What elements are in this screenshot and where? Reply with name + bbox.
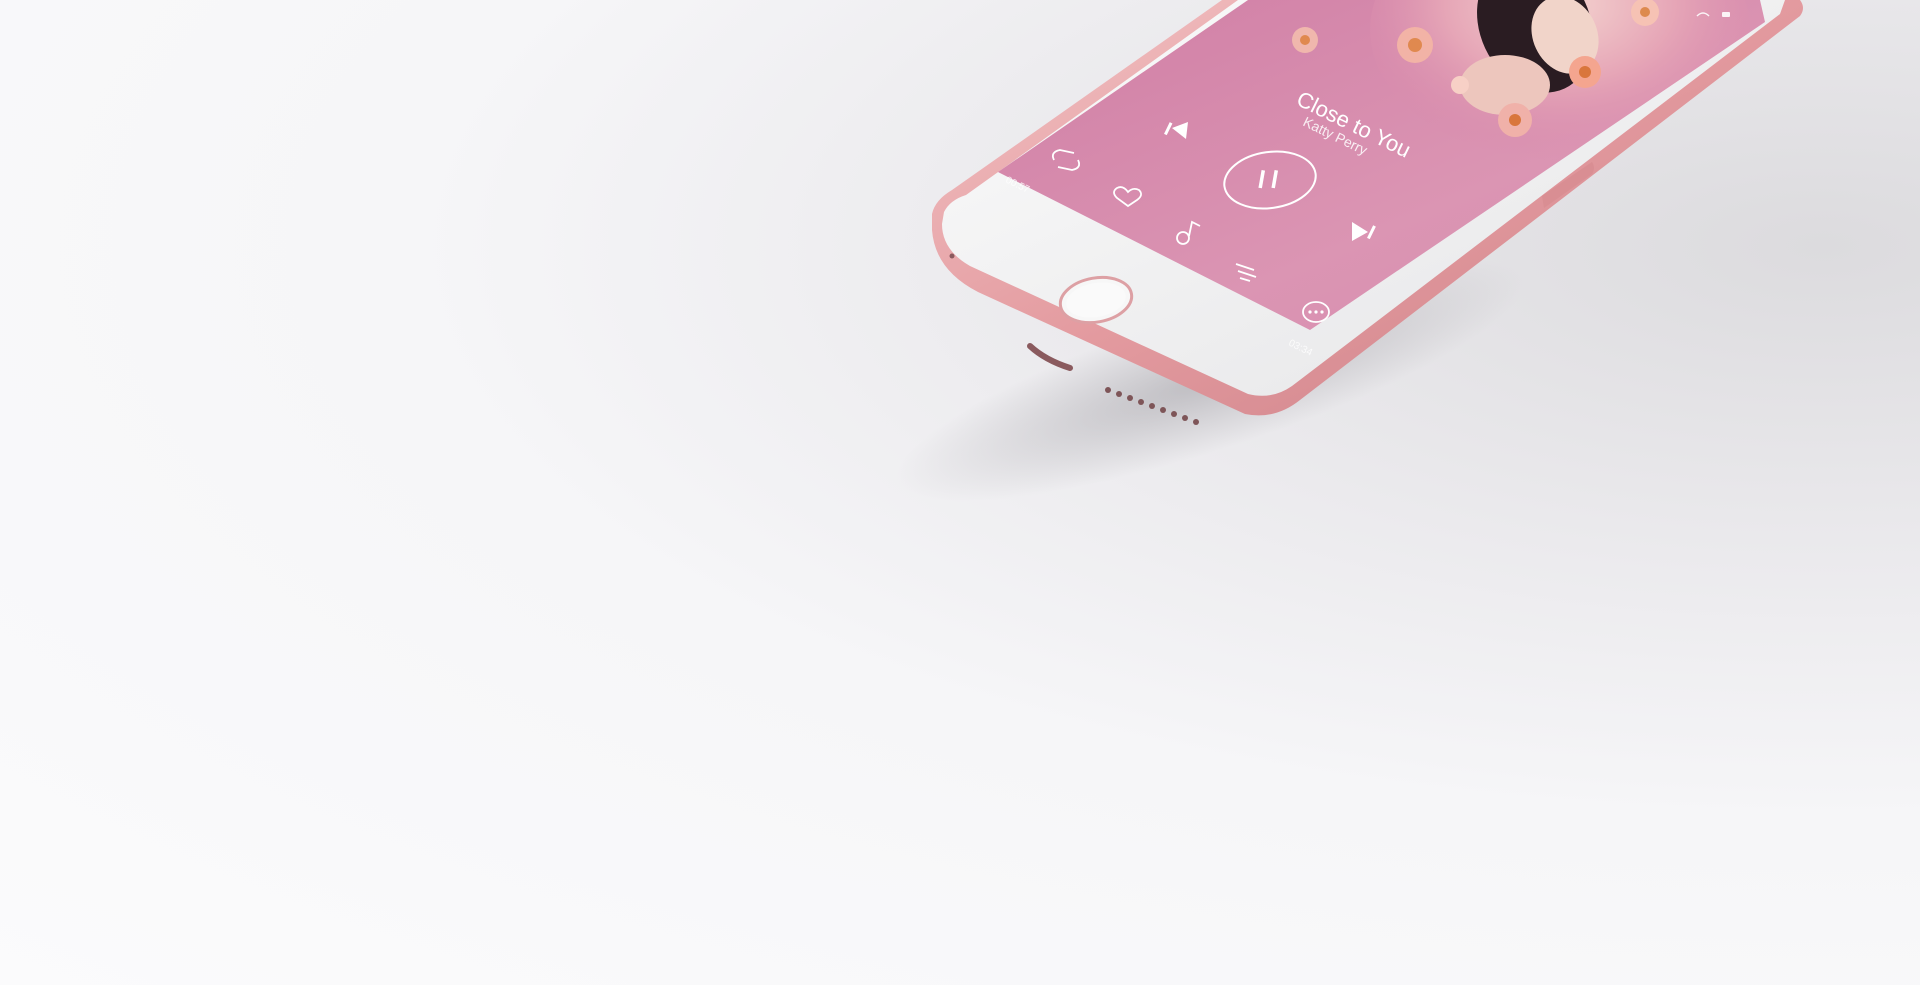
product-photo-stage: Close to You Katty Perry 00:57 03:34 bbox=[0, 0, 1920, 985]
microphone-hole bbox=[949, 253, 955, 259]
charging-port bbox=[1027, 343, 1073, 371]
phone-illustration: Close to You Katty Perry 00:57 03:34 bbox=[895, 0, 1803, 502]
portrait-shoulder bbox=[1460, 55, 1550, 115]
